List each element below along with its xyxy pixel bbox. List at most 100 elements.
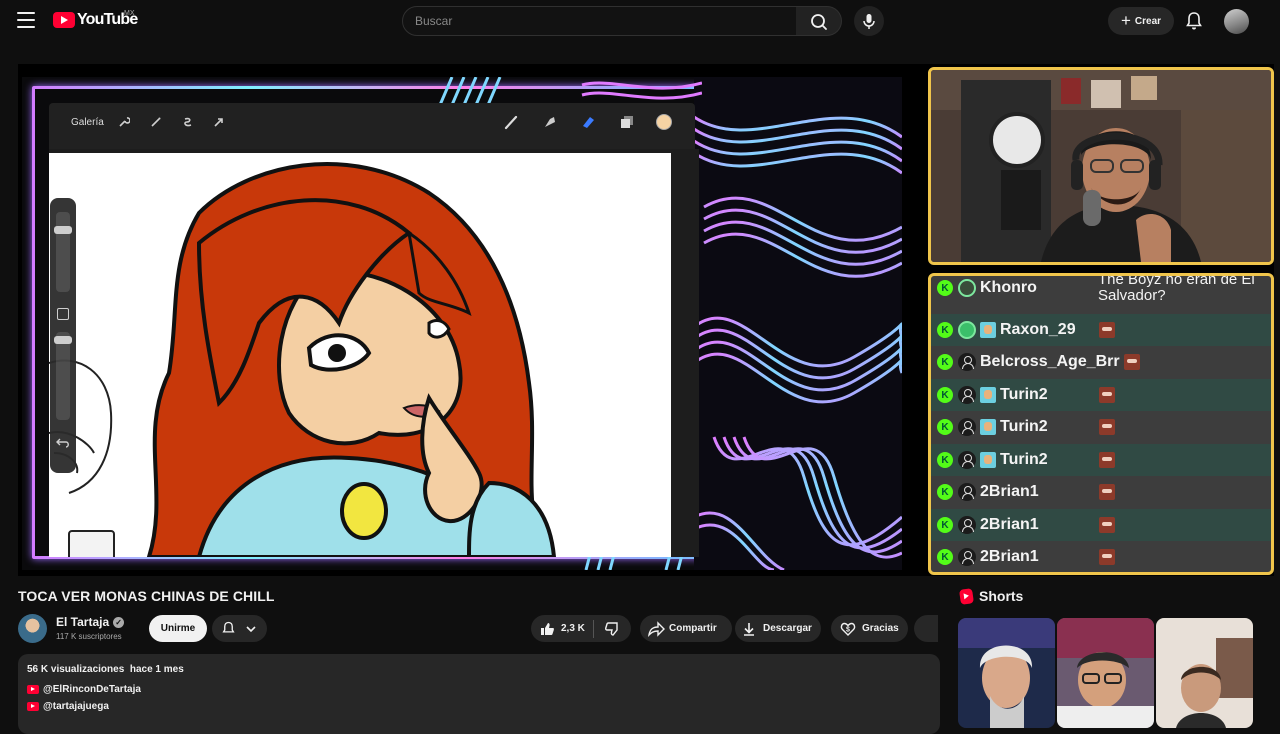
short-thumbnail[interactable] — [958, 618, 1055, 728]
user-default-icon — [958, 353, 976, 371]
subscriber-badge-icon — [980, 387, 996, 403]
video-title: TOCA VER MONAS CHINAS DE CHILL — [18, 588, 275, 604]
user-default-icon — [958, 516, 976, 534]
join-button[interactable]: Unirme — [149, 615, 207, 642]
top-bar: YouTube MX + Crear — [0, 0, 1280, 42]
psychedelic-waves-background — [694, 77, 902, 570]
opacity-slider — [56, 332, 70, 420]
chat-message-6: K 2Brian1 — [931, 476, 1271, 508]
anime-girl-drawing — [49, 153, 671, 557]
kick-badge-icon: K — [937, 322, 953, 338]
create-label: Crear — [1134, 15, 1162, 27]
user-default-icon — [958, 418, 976, 436]
subscriber-count: 117 K suscriptores — [56, 632, 122, 641]
emote-icon — [1099, 419, 1115, 435]
chat-username: Raxon_29 — [1000, 321, 1076, 338]
selection-icon — [184, 117, 192, 127]
brush-icon — [504, 115, 518, 130]
chat-message-text: The Boyz no eran de El Salvador? — [1098, 273, 1255, 304]
shorts-header: Shorts — [959, 587, 1023, 605]
channel-link[interactable]: @tartajajuega — [43, 701, 109, 712]
short-thumbnail[interactable] — [1156, 618, 1253, 728]
streamer-webcam — [928, 67, 1274, 265]
chat-username: Turin2 — [1000, 418, 1048, 435]
chat-message-2: K Belcross_Age_Brr — [931, 346, 1271, 378]
drawing-app-toolbar — [49, 103, 695, 149]
user-default-icon — [958, 451, 976, 469]
chat-message-7: K 2Brian1 — [931, 509, 1271, 541]
description-meta: 56 K visualizaciones hace 1 mes — [27, 664, 184, 675]
chat-username: 2Brian1 — [980, 516, 1039, 533]
video-player[interactable]: Galería K Khonro The Boyz no eran de El … — [18, 64, 1274, 576]
emote-icon — [1099, 322, 1115, 338]
description-box[interactable]: 56 K visualizaciones hace 1 mes @ElRinco… — [18, 654, 940, 734]
share-icon — [648, 620, 665, 637]
view-count: 56 K visualizaciones — [27, 664, 125, 675]
kick-badge-icon: K — [937, 387, 953, 403]
search-button[interactable] — [796, 6, 842, 36]
download-button[interactable]: Descargar — [735, 615, 821, 642]
youtube-small-icon — [27, 685, 39, 694]
subscription-bell-button[interactable] — [212, 615, 267, 642]
channel-link[interactable]: @ElRinconDeTartaja — [43, 684, 141, 695]
thanks-button[interactable]: $ Gracias — [831, 615, 908, 642]
upload-date: hace 1 mes — [129, 664, 184, 675]
shorts-icon — [959, 587, 974, 605]
youtube-small-icon — [27, 702, 39, 711]
stream-art-frame: Galería — [22, 77, 902, 570]
channel-avatar[interactable] — [18, 614, 47, 643]
color-swatch — [656, 114, 672, 130]
more-actions-button[interactable] — [914, 615, 938, 642]
account-avatar[interactable] — [1224, 9, 1249, 34]
notifications-bell-icon[interactable] — [1185, 11, 1203, 31]
heart-dollar-icon: $ — [840, 622, 856, 636]
chat-message-5: K Turin2 — [931, 444, 1271, 476]
user-default-icon — [958, 483, 976, 501]
brush-size-slider — [56, 212, 70, 292]
subscriber-badge-icon — [980, 419, 996, 435]
emote-icon — [1099, 484, 1115, 500]
country-code: MX — [124, 10, 135, 17]
wrench-icon — [119, 117, 130, 127]
eraser-icon — [583, 117, 594, 128]
search-box[interactable] — [402, 6, 797, 36]
kick-badge-icon: K — [937, 452, 953, 468]
gallery-button: Galería — [71, 117, 104, 128]
short-thumbnail[interactable] — [1057, 618, 1154, 728]
user-avatar-icon — [958, 279, 976, 297]
thanks-label: Gracias — [862, 623, 899, 634]
short-thumbnail-image — [1057, 618, 1154, 728]
plus-icon: + — [1120, 11, 1131, 30]
chat-username: 2Brian1 — [980, 548, 1039, 565]
voice-search-button[interactable] — [854, 6, 884, 36]
transform-arrow-icon — [214, 118, 223, 127]
modify-button — [57, 308, 69, 320]
verified-check-icon: ✓ — [113, 616, 125, 628]
emote-icon — [1099, 452, 1115, 468]
chat-message-3: K Turin2 — [931, 379, 1271, 411]
chat-username: Khonro — [980, 279, 1037, 296]
description-link-2[interactable]: @tartajajuega — [27, 701, 109, 712]
channel-name[interactable]: El Tartaja — [56, 615, 109, 629]
like-divider — [592, 619, 594, 638]
channel-name-row[interactable]: El Tartaja ✓ — [56, 615, 125, 629]
kick-badge-icon: K — [937, 280, 953, 296]
create-button[interactable]: + Crear — [1108, 7, 1174, 35]
kick-badge-icon: K — [937, 419, 953, 435]
search-icon — [811, 14, 827, 30]
dislike-icon[interactable] — [604, 621, 620, 637]
like-count[interactable]: 2,3 K — [561, 623, 585, 634]
brush-size-sidebar — [50, 198, 76, 473]
chat-message-4: K Turin2 — [931, 411, 1271, 443]
like-icon[interactable] — [539, 621, 555, 637]
chat-message-0: K Khonro The Boyz no eran de El Salvador… — [931, 273, 1271, 306]
search-input[interactable] — [403, 7, 796, 35]
user-default-icon — [958, 548, 976, 566]
bell-icon — [222, 621, 235, 633]
share-button[interactable]: Compartir — [640, 615, 732, 642]
stream-chat: K Khonro The Boyz no eran de El Salvador… — [928, 273, 1274, 575]
microphone-icon — [863, 14, 875, 29]
description-link-1[interactable]: @ElRinconDeTartaja — [27, 684, 141, 695]
kick-badge-icon: K — [937, 354, 953, 370]
menu-icon[interactable] — [17, 12, 35, 28]
